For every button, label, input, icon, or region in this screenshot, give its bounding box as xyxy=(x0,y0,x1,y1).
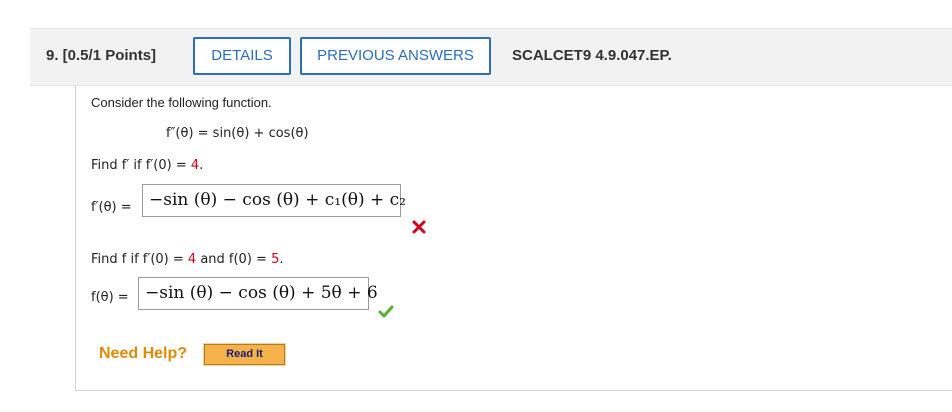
question-header: 9. [0.5/1 Points] DETAILS PREVIOUS ANSWE… xyxy=(30,28,952,86)
part1-prompt: Find f′ if f′(0) = 4. xyxy=(91,158,204,173)
problem-id: SCALCET9 4.9.047.EP. xyxy=(512,47,672,64)
part1-answer-field[interactable]: −sin (θ) − cos (θ) + c₁(θ) + c₂ xyxy=(142,184,406,217)
x-icon xyxy=(412,220,426,234)
part1-initial-value: 4 xyxy=(190,158,200,173)
part2-initial-value-1: 4 xyxy=(187,252,197,267)
details-button[interactable]: DETAILS xyxy=(193,37,291,75)
part1-answer-label: f′(θ) = xyxy=(91,200,132,215)
part2-prompt: Find f if f′(0) = 4 and f(0) = 5. xyxy=(91,252,284,267)
read-it-button[interactable]: Read It xyxy=(203,343,286,366)
part2-answer-label: f(θ) = xyxy=(91,290,129,305)
question-number: 9. [0.5/1 Points] xyxy=(46,47,157,64)
checkmark-icon xyxy=(378,305,394,318)
question-body: Consider the following function. f″(θ) =… xyxy=(75,86,952,391)
given-function: f″(θ) = sin(θ) + cos(θ) xyxy=(166,126,309,141)
previous-answers-button[interactable]: PREVIOUS ANSWERS xyxy=(300,37,491,75)
part2-answer-field[interactable]: −sin (θ) − cos (θ) + 5θ + 6 xyxy=(138,277,378,310)
need-help-label: Need Help? xyxy=(99,345,188,362)
intro-text: Consider the following function. xyxy=(91,95,272,110)
